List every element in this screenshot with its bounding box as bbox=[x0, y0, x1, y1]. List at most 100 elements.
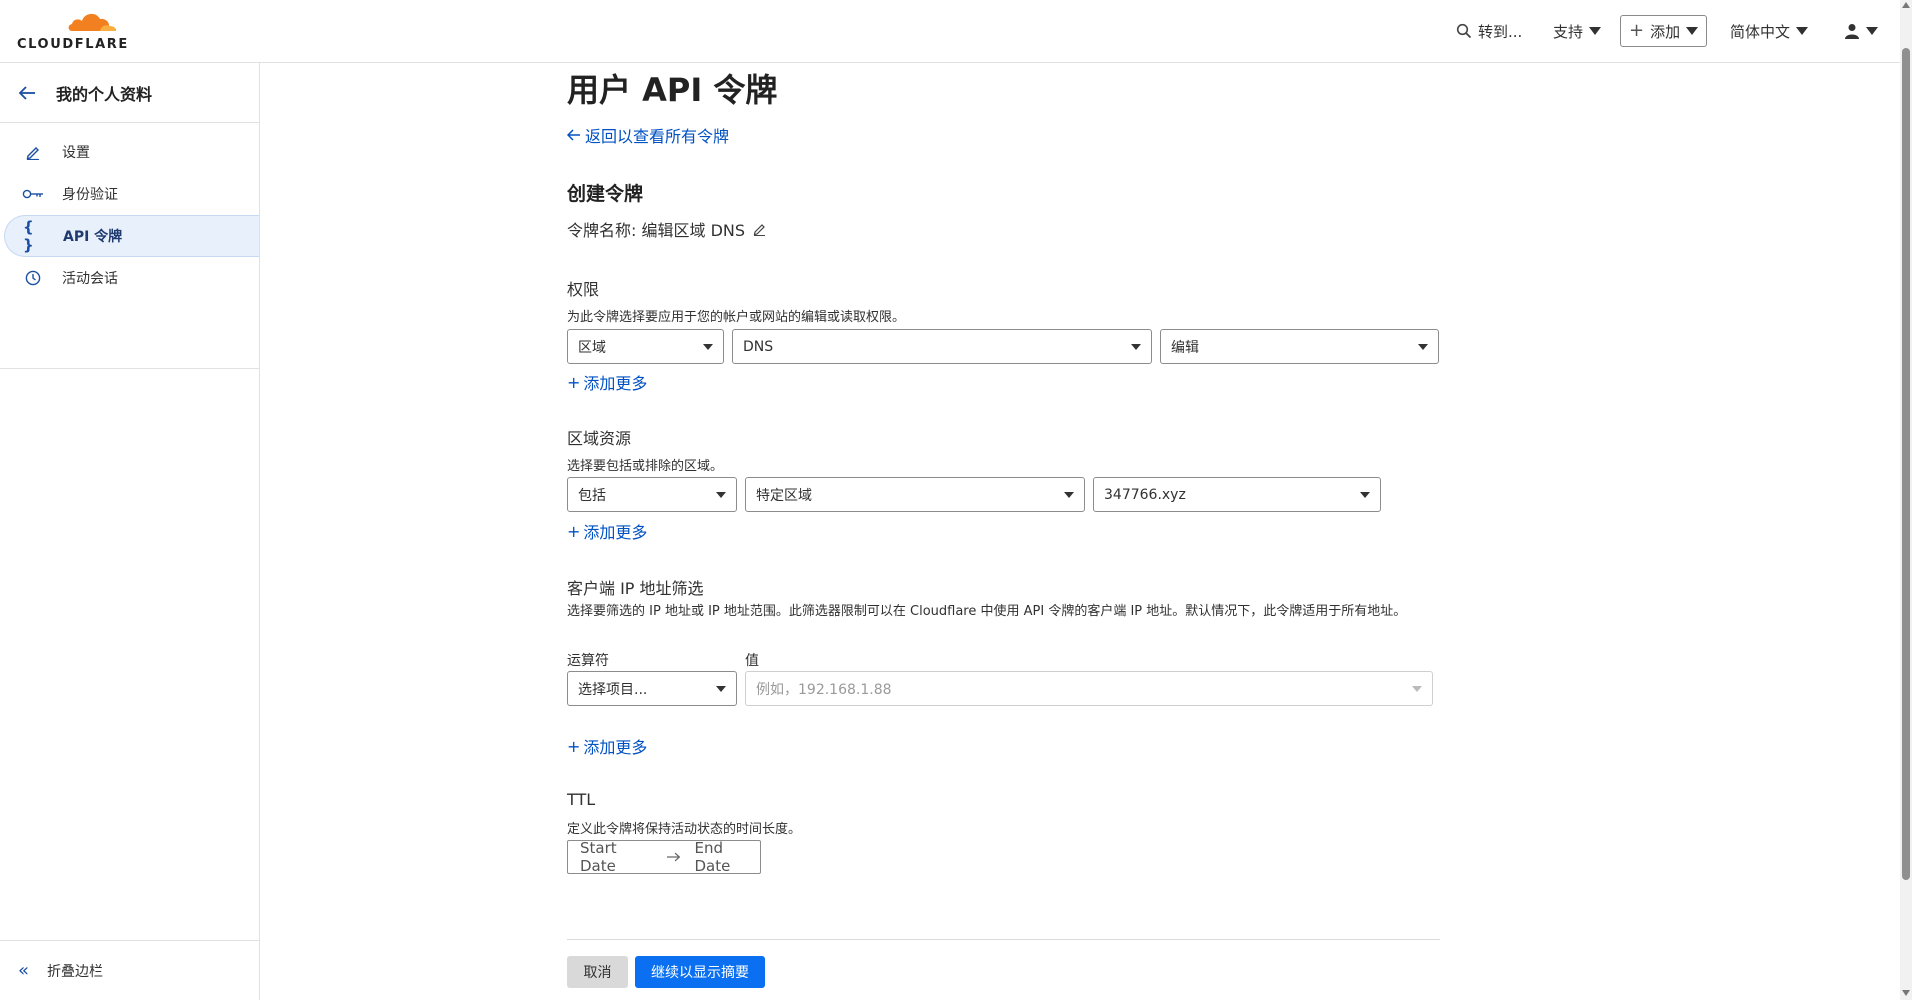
permission-scope-select[interactable]: 区域 bbox=[567, 329, 724, 364]
chevron-down-icon bbox=[716, 492, 726, 498]
ip-value-placeholder: 例如，192.168.1.88 bbox=[756, 681, 892, 698]
sidebar-nav: 设置 身份验证 { } API 令牌 活动会话 bbox=[0, 123, 259, 369]
support-label: 支持 bbox=[1553, 22, 1584, 41]
plus-icon: + bbox=[567, 372, 581, 392]
cloud-logo-icon bbox=[68, 13, 117, 31]
search-goto[interactable]: 转到... bbox=[1456, 14, 1522, 48]
select-value: 特定区域 bbox=[756, 487, 812, 504]
ip-filter-title: 客户端 IP 地址筛选 bbox=[567, 579, 704, 598]
select-value: DNS bbox=[743, 338, 774, 355]
chevron-down-icon bbox=[1418, 344, 1428, 350]
arrow-left-icon bbox=[567, 129, 580, 141]
section-title: 创建令牌 bbox=[567, 183, 644, 205]
ip-filter-add-more[interactable]: + 添加更多 bbox=[567, 734, 647, 758]
ttl-description: 定义此令牌将保持活动状态的时间长度。 bbox=[567, 822, 802, 837]
scroll-up-icon[interactable] bbox=[1902, 2, 1910, 8]
select-value: 编辑 bbox=[1171, 339, 1199, 356]
user-icon bbox=[1845, 24, 1859, 39]
back-to-tokens-link[interactable]: 返回以查看所有令牌 bbox=[567, 123, 729, 147]
operator-label: 运算符 bbox=[567, 653, 609, 669]
chevron-down-icon bbox=[1064, 492, 1074, 498]
continue-summary-button[interactable]: 继续以显示摘要 bbox=[635, 956, 765, 988]
arrow-right-icon bbox=[667, 852, 681, 862]
back-link-label: 返回以查看所有令牌 bbox=[585, 127, 730, 146]
double-chevron-left-icon: « bbox=[18, 960, 30, 981]
chevron-down-icon bbox=[1131, 344, 1141, 350]
search-goto-label: 转到... bbox=[1478, 22, 1523, 41]
permissions-add-more[interactable]: + 添加更多 bbox=[567, 370, 647, 394]
collapse-sidebar[interactable]: « 折叠边栏 bbox=[0, 940, 259, 1000]
chevron-down-icon bbox=[1412, 686, 1422, 692]
select-value: 区域 bbox=[578, 339, 606, 356]
token-name: 令牌名称: 编辑区域 DNS bbox=[567, 217, 767, 241]
plus-icon: + bbox=[567, 736, 581, 756]
start-date-field[interactable]: Start Date bbox=[580, 839, 653, 875]
chevron-down-icon bbox=[1796, 27, 1809, 35]
sidebar-item-authentication[interactable]: 身份验证 bbox=[0, 173, 259, 215]
key-icon bbox=[22, 188, 44, 200]
ip-filter-description: 选择要筛选的 IP 地址或 IP 地址范围。此筛选器限制可以在 Cloudfla… bbox=[567, 604, 1407, 619]
chevron-down-icon bbox=[1686, 27, 1699, 35]
sidebar-header: 我的个人资料 bbox=[0, 63, 259, 123]
add-more-label: 添加更多 bbox=[583, 738, 648, 757]
sidebar-title: 我的个人资料 bbox=[56, 84, 153, 104]
sidebar-item-label: 设置 bbox=[62, 145, 90, 161]
sidebar-item-api-tokens[interactable]: { } API 令牌 bbox=[4, 215, 259, 257]
ttl-date-range[interactable]: Start Date End Date bbox=[567, 839, 761, 875]
zone-select[interactable]: 347766.xyz bbox=[1093, 477, 1381, 512]
search-icon bbox=[1456, 23, 1472, 39]
end-date-field[interactable]: End Date bbox=[694, 839, 760, 875]
cloudflare-logo[interactable]: CLOUDFLARE bbox=[16, 10, 129, 52]
zone-resources-description: 选择要包括或排除的区域。 bbox=[567, 459, 724, 474]
ip-value-input[interactable]: 例如，192.168.1.88 bbox=[745, 671, 1433, 706]
arrow-left-icon[interactable] bbox=[18, 85, 36, 100]
sidebar-item-settings[interactable]: 设置 bbox=[0, 131, 259, 173]
scroll-down-icon[interactable] bbox=[1902, 990, 1910, 996]
chevron-down-icon bbox=[703, 344, 713, 350]
clock-icon bbox=[22, 270, 44, 286]
zone-resources-title: 区域资源 bbox=[567, 429, 632, 448]
sidebar-item-label: API 令牌 bbox=[63, 229, 123, 245]
permissions-title: 权限 bbox=[567, 280, 600, 299]
permissions-description: 为此令牌选择要应用于您的帐户或网站的编辑或读取权限。 bbox=[567, 310, 906, 325]
chevron-down-icon bbox=[1360, 492, 1370, 498]
plus-icon: + bbox=[1629, 20, 1645, 41]
footer-divider bbox=[567, 939, 1440, 940]
language-menu[interactable]: 简体中文 bbox=[1730, 14, 1809, 48]
add-label: 添加 bbox=[1650, 22, 1681, 41]
language-label: 简体中文 bbox=[1730, 22, 1791, 41]
operator-select[interactable]: 选择项目... bbox=[567, 671, 737, 706]
plus-icon: + bbox=[567, 521, 581, 541]
logo-wordmark: CLOUDFLARE bbox=[17, 37, 129, 52]
value-label: 值 bbox=[745, 653, 759, 669]
token-name-label: 令牌名称: 编辑区域 DNS bbox=[567, 221, 746, 240]
chevron-down-icon bbox=[716, 686, 726, 692]
support-menu[interactable]: 支持 bbox=[1553, 14, 1602, 48]
ttl-title: TTL bbox=[567, 790, 596, 809]
page-title: 用户 API 令牌 bbox=[567, 71, 778, 109]
add-button[interactable]: + 添加 bbox=[1620, 15, 1708, 47]
chevron-down-icon bbox=[1866, 27, 1878, 35]
add-more-label: 添加更多 bbox=[583, 523, 648, 542]
zone-target-select[interactable]: 特定区域 bbox=[745, 477, 1085, 512]
edit-pencil-icon[interactable] bbox=[753, 222, 767, 236]
collapse-sidebar-label: 折叠边栏 bbox=[47, 963, 104, 980]
scrollbar-thumb[interactable] bbox=[1902, 48, 1910, 880]
top-header: CLOUDFLARE 转到... 支持 + 添加 简体中文 bbox=[0, 0, 1900, 63]
permission-resource-select[interactable]: DNS bbox=[732, 329, 1152, 364]
sidebar-item-label: 身份验证 bbox=[62, 187, 118, 203]
select-value: 包括 bbox=[578, 487, 606, 504]
sidebar: 我的个人资料 设置 身份验证 { } API 令牌 活动会话 « 折叠边栏 bbox=[0, 63, 260, 1000]
select-value: 347766.xyz bbox=[1104, 486, 1186, 503]
select-value: 选择项目... bbox=[578, 681, 648, 698]
add-more-label: 添加更多 bbox=[583, 374, 648, 393]
zone-mode-select[interactable]: 包括 bbox=[567, 477, 737, 512]
sidebar-item-active-sessions[interactable]: 活动会话 bbox=[0, 257, 259, 299]
braces-icon: { } bbox=[23, 218, 34, 254]
chevron-down-icon bbox=[1589, 27, 1602, 35]
pencil-icon bbox=[22, 144, 44, 160]
user-menu[interactable] bbox=[1844, 14, 1878, 48]
zone-resources-add-more[interactable]: + 添加更多 bbox=[567, 519, 647, 543]
permission-level-select[interactable]: 编辑 bbox=[1160, 329, 1439, 364]
cancel-button[interactable]: 取消 bbox=[567, 956, 628, 988]
